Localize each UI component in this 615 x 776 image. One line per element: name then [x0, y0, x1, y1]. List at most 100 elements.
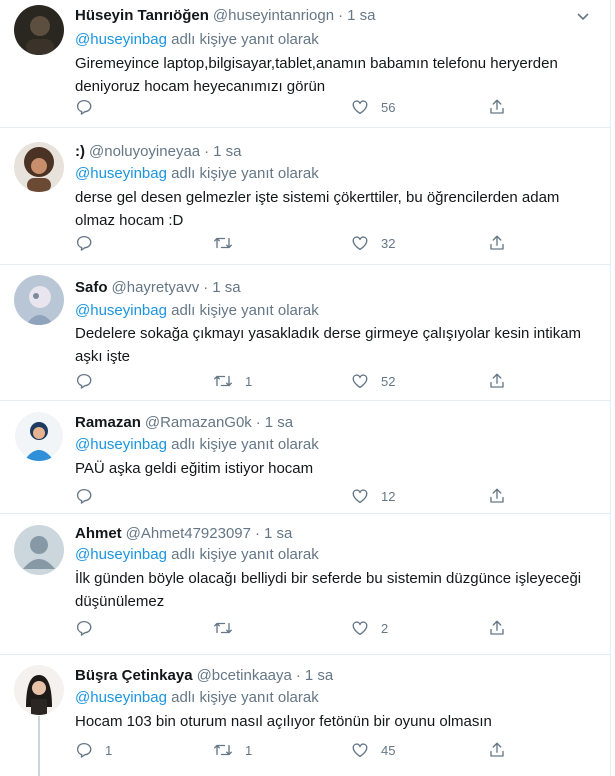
retweet-button[interactable]: 1 [213, 740, 252, 760]
avatar[interactable] [14, 142, 64, 192]
retweet-icon [214, 744, 232, 756]
avatar[interactable] [14, 275, 64, 325]
share-button[interactable] [488, 618, 506, 638]
like-count: 2 [381, 620, 389, 636]
separator-dot: · [295, 667, 301, 684]
reply-context: @huseyinbag adlı kişiye yanıt olarak [75, 301, 319, 321]
timestamp[interactable]: 1 sa [212, 279, 240, 296]
author-handle[interactable]: @hayretyavv [112, 279, 200, 296]
avatar[interactable] [14, 525, 64, 575]
author-handle[interactable]: @Ahmet47923097 [126, 525, 251, 542]
timestamp[interactable]: 1 sa [305, 667, 333, 684]
share-icon [490, 620, 504, 635]
separator-dot: · [255, 525, 260, 542]
tweet-text-line: Hocam 103 bin oturum nasıl açılıyor fetö… [75, 713, 492, 730]
tweet-text: derse gel desen gelmezler işte sistemi ç… [75, 186, 595, 232]
author-handle[interactable]: @bcetinkaaya [197, 667, 292, 684]
tweet-actions: 12 [75, 486, 515, 506]
reply-count: 1 [105, 742, 113, 758]
reply-icon [76, 488, 92, 504]
tweet-text: Giremeyince laptop,bilgisayar,tablet,ana… [75, 52, 595, 98]
author-name[interactable]: Hüseyin Tanrıöğen [75, 7, 209, 24]
reply-button[interactable] [75, 371, 93, 391]
like-button[interactable]: 32 [351, 233, 395, 253]
like-count: 52 [381, 373, 396, 389]
share-button[interactable] [488, 371, 506, 391]
separator-dot: · [338, 7, 344, 24]
reply-button[interactable] [75, 486, 93, 506]
author-name[interactable]: :) [75, 143, 85, 160]
mention-link[interactable]: @huseyinbag [75, 165, 167, 182]
tweet[interactable]: Hüseyin Tanrıöğen @huseyintanriogn · 1 sa @… [0, 0, 611, 128]
heart-icon [352, 621, 368, 636]
mention-link[interactable]: @huseyinbag [75, 31, 167, 48]
share-button[interactable] [488, 97, 506, 117]
author-name[interactable]: Ahmet [75, 525, 122, 542]
tweet-text: İlk günden böyle olacağı belliydi bir se… [75, 567, 595, 613]
timestamp[interactable]: 1 sa [213, 143, 241, 160]
like-button[interactable]: 2 [351, 618, 388, 638]
tweet-text-line: İlk günden böyle olacağı belliydi bir se… [75, 570, 582, 587]
like-count: 12 [381, 488, 396, 504]
heart-icon [352, 489, 368, 504]
avatar[interactable] [14, 665, 64, 715]
author-name[interactable]: Safo [75, 279, 108, 296]
share-button[interactable] [488, 486, 506, 506]
author-name[interactable]: Büşra Çetinkaya [75, 667, 193, 684]
avatar[interactable] [14, 411, 64, 461]
share-button[interactable] [488, 740, 506, 760]
retweet-button[interactable] [213, 233, 245, 253]
reply-context-label: adlı kişiye yanıt olarak [171, 31, 319, 48]
tweet[interactable]: Ahmet @Ahmet47923097 · 1 sa @huseyinbag adl… [0, 514, 611, 655]
author-name[interactable]: Ramazan [75, 414, 141, 431]
like-count: 56 [381, 99, 396, 115]
like-button[interactable]: 12 [351, 486, 395, 506]
heart-icon [352, 374, 368, 389]
reply-button[interactable] [75, 618, 93, 638]
mention-link[interactable]: @huseyinbag [75, 302, 167, 319]
author-handle[interactable]: @noluyoyineyaa [89, 143, 200, 160]
avatar[interactable] [14, 5, 64, 55]
tweet[interactable]: Ramazan @RamazanG0k · 1 sa @huseyinbag adlı… [0, 401, 611, 514]
tweet[interactable]: Safo @hayretyavv · 1 sa @huseyinbag adlı ki… [0, 265, 611, 401]
reply-context: @huseyinbag adlı kişiye yanıt olarak [75, 545, 319, 565]
like-count: 32 [381, 235, 396, 251]
mention-link[interactable]: @huseyinbag [75, 689, 167, 706]
author-handle[interactable]: @huseyintanriogn [213, 7, 334, 24]
mention-link[interactable]: @huseyinbag [75, 436, 167, 453]
tweet-text: PAÜ aşka geldi eğitim istiyor hocam [75, 457, 595, 480]
mention-link[interactable]: @huseyinbag [75, 546, 167, 563]
separator-dot: · [204, 143, 210, 160]
reply-context: @huseyinbag adlı kişiye yanıt olarak [75, 30, 319, 50]
tweet-text: Hocam 103 bin oturum nasıl açılıyor fetö… [75, 710, 595, 733]
timestamp[interactable]: 1 sa [347, 7, 375, 24]
reply-button[interactable] [75, 97, 105, 117]
tweet-text-line: aşkı işte [75, 348, 131, 365]
like-button[interactable]: 52 [351, 371, 395, 391]
reply-button[interactable]: 1 [75, 740, 112, 760]
heart-icon [352, 743, 368, 758]
tweet-header: Ahmet @Ahmet47923097 · 1 sa [75, 525, 292, 543]
like-button[interactable]: 45 [351, 740, 395, 760]
timestamp[interactable]: 1 sa [265, 414, 293, 431]
timestamp[interactable]: 1 sa [264, 525, 292, 542]
share-icon [490, 488, 504, 503]
share-icon [490, 373, 504, 388]
chevron-down-icon[interactable] [577, 8, 589, 26]
reply-context: @huseyinbag adlı kişiye yanıt olarak [75, 164, 319, 184]
tweet-text: Dedelere sokağa çıkmayı yasakladık derse… [75, 322, 595, 368]
reply-context-label: adlı kişiye yanıt olarak [171, 689, 319, 706]
reply-icon [76, 742, 92, 758]
tweet[interactable]: :) @noluyoyineyaa · 1 sa @huseyinbag adlı k… [0, 128, 611, 265]
like-button[interactable]: 56 [351, 97, 395, 117]
reply-context: @huseyinbag adlı kişiye yanıt olarak [75, 688, 319, 708]
reply-context-label: adlı kişiye yanıt olarak [171, 165, 319, 182]
author-handle[interactable]: @RamazanG0k [145, 414, 252, 431]
retweet-button[interactable]: 1 [213, 371, 252, 391]
retweet-icon [214, 375, 232, 387]
retweet-button[interactable] [213, 618, 245, 638]
reply-icon [76, 373, 92, 389]
share-button[interactable] [488, 233, 506, 253]
tweet[interactable]: Büşra Çetinkaya @bcetinkaaya · 1 sa @huseyi… [0, 655, 611, 776]
reply-button[interactable] [75, 233, 93, 253]
